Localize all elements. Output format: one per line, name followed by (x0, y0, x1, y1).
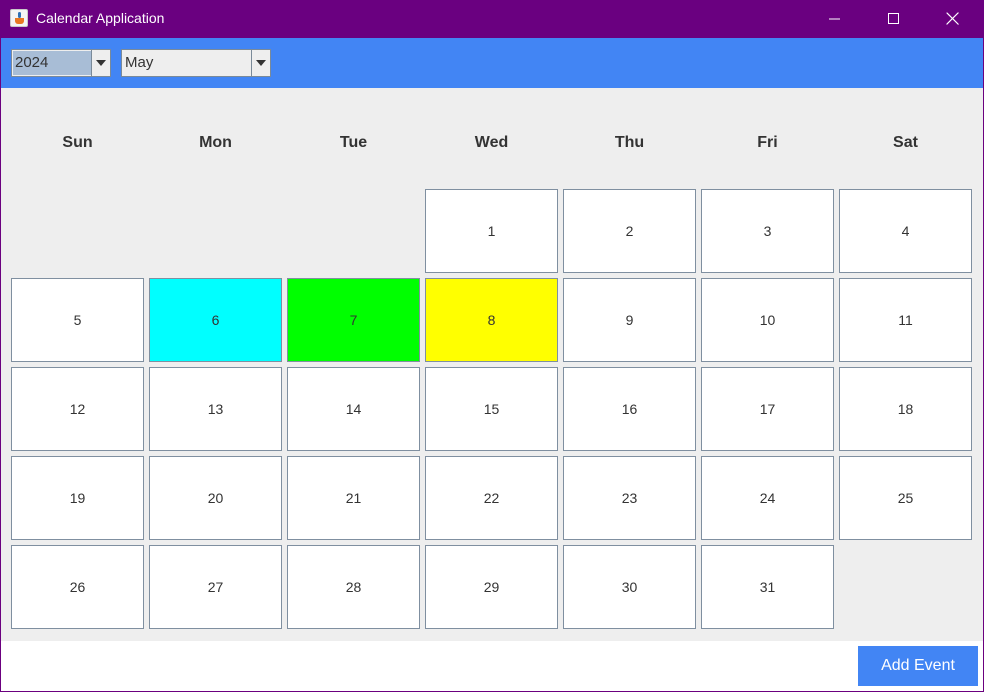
day-cell[interactable]: 28 (287, 545, 420, 629)
day-cell[interactable]: 13 (149, 367, 282, 451)
day-cell[interactable]: 20 (149, 456, 282, 540)
main-frame: 2024 May Sun Mon Tue Wed Thu Fri Sat 1 2 3 4 5 6 7 8 9 1… (1, 38, 983, 691)
day-cell[interactable]: 22 (425, 456, 558, 540)
day-cell[interactable]: 9 (563, 278, 696, 362)
day-cell[interactable]: 12 (11, 367, 144, 451)
weekday-header: Tue (339, 134, 368, 151)
day-cell[interactable]: 24 (701, 456, 834, 540)
day-cell[interactable]: 21 (287, 456, 420, 540)
add-event-button[interactable]: Add Event (858, 646, 978, 686)
weekday-header: Sun (62, 134, 93, 151)
weekday-header: Sat (893, 134, 918, 151)
day-cell[interactable]: 15 (425, 367, 558, 451)
year-select[interactable]: 2024 (11, 49, 111, 77)
day-cell[interactable]: 16 (563, 367, 696, 451)
day-cell[interactable]: 23 (563, 456, 696, 540)
day-cell[interactable]: 4 (839, 189, 972, 273)
close-button[interactable] (924, 0, 982, 38)
minimize-button[interactable] (806, 0, 864, 38)
weekday-header: Fri (757, 134, 778, 151)
day-cell[interactable]: 1 (425, 189, 558, 273)
day-cell[interactable]: 19 (11, 456, 144, 540)
day-cell[interactable]: 2 (563, 189, 696, 273)
day-cell[interactable]: 30 (563, 545, 696, 629)
window-title: Calendar Application (36, 10, 165, 26)
day-cell[interactable]: 18 (839, 367, 972, 451)
day-cell[interactable]: 27 (149, 545, 282, 629)
maximize-icon (888, 13, 899, 24)
day-cell[interactable]: 8 (425, 278, 558, 362)
java-cup-icon (10, 9, 28, 27)
day-cell[interactable]: 6 (149, 278, 282, 362)
day-cell[interactable]: 29 (425, 545, 558, 629)
close-icon (946, 12, 959, 25)
weekday-header: Thu (614, 134, 645, 151)
day-cell[interactable]: 26 (11, 545, 144, 629)
minimize-icon (829, 18, 840, 20)
year-value: 2024 (13, 51, 91, 75)
maximize-button[interactable] (865, 0, 923, 38)
day-cell[interactable]: 10 (701, 278, 834, 362)
weekday-header: Wed (474, 134, 509, 151)
day-cell[interactable]: 14 (287, 367, 420, 451)
day-cell[interactable]: 3 (701, 189, 834, 273)
day-cell[interactable]: 5 (11, 278, 144, 362)
toolbar: 2024 May (1, 38, 983, 88)
weekday-header: Mon (199, 134, 232, 151)
day-cell[interactable]: 17 (701, 367, 834, 451)
title-bar: Calendar Application (0, 0, 984, 38)
day-cell[interactable]: 25 (839, 456, 972, 540)
bottom-bar: Add Event (1, 641, 983, 691)
day-cell[interactable]: 11 (839, 278, 972, 362)
month-select[interactable]: May (121, 49, 271, 77)
chevron-down-icon[interactable] (251, 50, 270, 76)
day-cell[interactable]: 31 (701, 545, 834, 629)
chevron-down-icon[interactable] (91, 50, 110, 76)
day-cell[interactable]: 7 (287, 278, 420, 362)
month-value: May (123, 51, 251, 75)
